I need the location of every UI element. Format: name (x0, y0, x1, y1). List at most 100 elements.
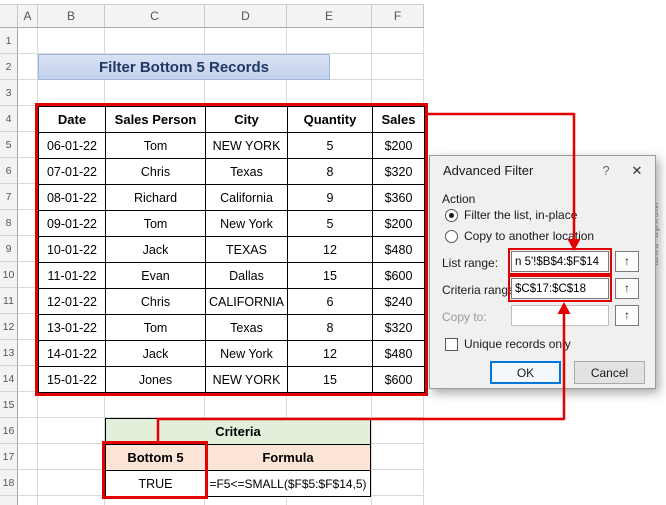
radio-selected-icon[interactable] (445, 208, 458, 222)
cancel-button[interactable]: Cancel (574, 361, 645, 384)
row-header[interactable]: 11 (0, 288, 18, 314)
collapse-dialog-icon[interactable]: ↑ (615, 251, 639, 272)
table-cell[interactable]: 9 (288, 185, 373, 211)
row-header[interactable]: 4 (0, 106, 18, 132)
table-cell[interactable]: $600 (373, 263, 425, 289)
table-header-cell[interactable]: Sales Person (106, 107, 206, 133)
help-icon[interactable]: ? (591, 156, 621, 186)
row-header[interactable]: 13 (0, 340, 18, 366)
table-cell[interactable]: 12 (288, 341, 373, 367)
table-cell[interactable]: 5 (288, 133, 373, 159)
row-header[interactable]: 6 (0, 158, 18, 184)
ok-button[interactable]: OK (490, 361, 561, 384)
table-cell[interactable]: Texas (206, 159, 288, 185)
table-cell[interactable]: $200 (373, 211, 425, 237)
column-header[interactable]: E (287, 5, 372, 27)
table-cell[interactable]: $320 (373, 159, 425, 185)
table-header-cell[interactable]: Quantity (288, 107, 373, 133)
table-cell[interactable]: 09-01-22 (39, 211, 106, 237)
table-cell[interactable]: Jones (106, 367, 206, 393)
table-header-cell[interactable]: Date (39, 107, 106, 133)
column-header[interactable]: A (18, 5, 38, 27)
criteria-title-cell[interactable]: Criteria (106, 419, 371, 445)
table-cell[interactable]: TEXAS (206, 237, 288, 263)
row-header[interactable]: 9 (0, 236, 18, 262)
table-cell[interactable]: $360 (373, 185, 425, 211)
table-cell[interactable]: 14-01-22 (39, 341, 106, 367)
table-cell[interactable]: $480 (373, 341, 425, 367)
row-header[interactable]: 8 (0, 210, 18, 236)
checkbox-icon[interactable] (445, 337, 458, 351)
table-cell[interactable]: 15 (288, 263, 373, 289)
row-header[interactable]: 2 (0, 54, 18, 80)
row-header[interactable]: 17 (0, 444, 18, 470)
table-cell[interactable]: $320 (373, 315, 425, 341)
list-range-input[interactable] (511, 251, 609, 272)
table-cell[interactable]: Jack (106, 237, 206, 263)
row-header[interactable]: 16 (0, 418, 18, 444)
table-cell[interactable]: Dallas (206, 263, 288, 289)
collapse-dialog-icon[interactable]: ↑ (615, 278, 639, 299)
row-header[interactable]: 12 (0, 314, 18, 340)
table-header-cell[interactable]: City (206, 107, 288, 133)
column-header[interactable]: C (105, 5, 205, 27)
row-header[interactable]: 5 (0, 132, 18, 158)
table-cell[interactable]: Tom (106, 211, 206, 237)
table-cell[interactable]: Tom (106, 315, 206, 341)
table-cell[interactable]: 13-01-22 (39, 315, 106, 341)
row-header[interactable]: 10 (0, 262, 18, 288)
table-cell[interactable]: 07-01-22 (39, 159, 106, 185)
table-header-cell[interactable]: Sales (373, 107, 425, 133)
select-all-corner[interactable] (0, 5, 18, 27)
collapse-dialog-icon[interactable]: ↑ (615, 305, 639, 326)
table-cell[interactable]: New York (206, 211, 288, 237)
table-cell[interactable]: CALIFORNIA (206, 289, 288, 315)
table-cell[interactable]: Jack (106, 341, 206, 367)
table-cell[interactable]: 12-01-22 (39, 289, 106, 315)
table-cell[interactable]: 15-01-22 (39, 367, 106, 393)
table-cell[interactable]: Chris (106, 159, 206, 185)
criteria-value-cell[interactable]: TRUE (106, 471, 206, 497)
table-cell[interactable]: 5 (288, 211, 373, 237)
unique-records-checkbox-row[interactable]: Unique records only (445, 337, 571, 351)
criteria-header-cell[interactable]: Formula (206, 445, 371, 471)
column-header[interactable]: D (205, 5, 287, 27)
table-cell[interactable]: $200 (373, 133, 425, 159)
table-cell[interactable]: 15 (288, 367, 373, 393)
table-cell[interactable]: $600 (373, 367, 425, 393)
table-cell[interactable]: 8 (288, 315, 373, 341)
table-cell[interactable]: NEW YORK (206, 133, 288, 159)
table-cell[interactable]: 6 (288, 289, 373, 315)
row-header[interactable]: 7 (0, 184, 18, 210)
table-cell[interactable]: Chris (106, 289, 206, 315)
table-cell[interactable]: 8 (288, 159, 373, 185)
row-header[interactable]: 18 (0, 470, 18, 496)
criteria-header-cell[interactable]: Bottom 5 (106, 445, 206, 471)
table-cell[interactable]: 11-01-22 (39, 263, 106, 289)
row-header[interactable]: 3 (0, 80, 18, 106)
close-icon[interactable]: ✕ (621, 156, 653, 186)
radio-filter-in-place[interactable]: Filter the list, in-place (445, 208, 577, 222)
criteria-range-input[interactable] (511, 278, 609, 299)
table-cell[interactable]: Evan (106, 263, 206, 289)
table-cell[interactable]: 10-01-22 (39, 237, 106, 263)
column-header[interactable]: B (38, 5, 105, 27)
column-header[interactable]: F (372, 5, 424, 27)
sheet-title-cell[interactable]: Filter Bottom 5 Records (38, 54, 330, 80)
criteria-formula-cell[interactable]: =F5<=SMALL($F$5:$F$14,5) (206, 471, 371, 497)
table-cell[interactable]: $240 (373, 289, 425, 315)
radio-copy-to-location[interactable]: Copy to another location (445, 229, 594, 243)
table-cell[interactable]: 12 (288, 237, 373, 263)
row-header[interactable]: 1 (0, 28, 18, 54)
table-cell[interactable]: New York (206, 341, 288, 367)
table-cell[interactable]: NEW YORK (206, 367, 288, 393)
table-cell[interactable]: California (206, 185, 288, 211)
table-cell[interactable]: Tom (106, 133, 206, 159)
copy-to-input[interactable] (511, 305, 609, 326)
table-cell[interactable]: $480 (373, 237, 425, 263)
table-cell[interactable]: Richard (106, 185, 206, 211)
row-header[interactable]: 15 (0, 392, 18, 418)
table-cell[interactable]: 08-01-22 (39, 185, 106, 211)
row-header[interactable]: 14 (0, 366, 18, 392)
table-cell[interactable]: 06-01-22 (39, 133, 106, 159)
